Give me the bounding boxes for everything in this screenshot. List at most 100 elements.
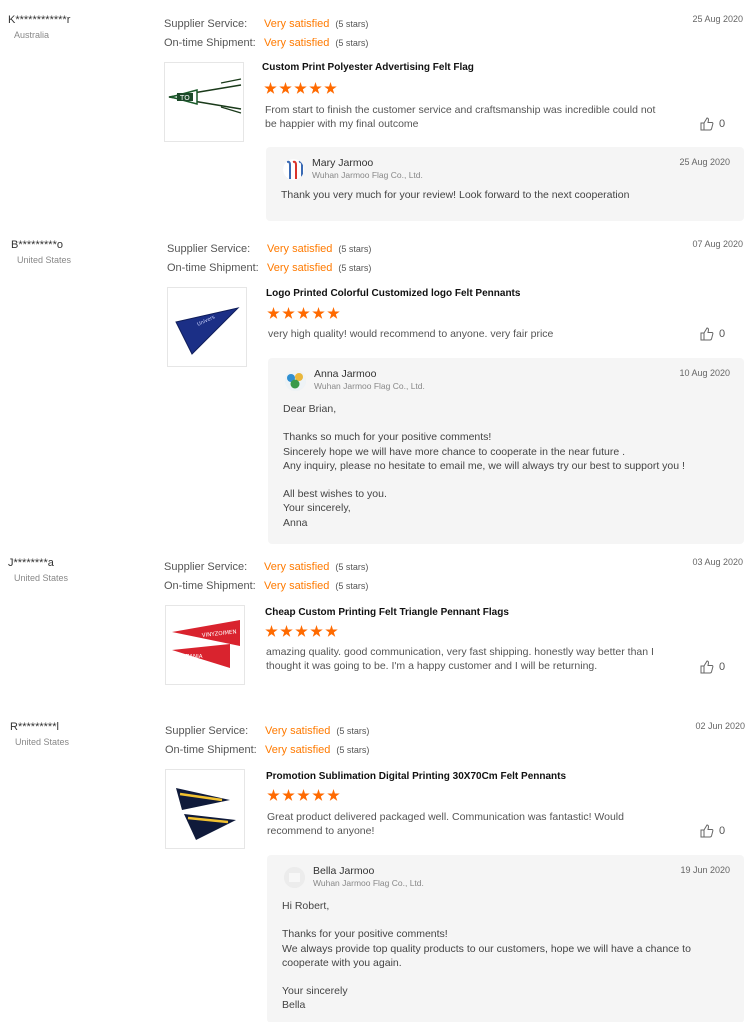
star-icon bbox=[264, 82, 277, 94]
supplier-name: Anna Jarmoo bbox=[314, 368, 377, 380]
like-button[interactable]: 0 bbox=[700, 660, 725, 674]
reply-line: Thank you very much for your review! Loo… bbox=[281, 189, 630, 201]
rating-stars-text: (5 stars) bbox=[335, 561, 369, 572]
rating-ontime-shipment: On-time Shipment: Very satisfied (5 star… bbox=[164, 576, 368, 595]
supplier-reply: Anna Jarmoo Wuhan Jarmoo Flag Co., Ltd. … bbox=[268, 358, 744, 544]
buyer-country: United States bbox=[17, 255, 72, 265]
flags-icon bbox=[284, 867, 305, 888]
flags-icon bbox=[285, 370, 306, 391]
rating-value: Very satisfied bbox=[264, 560, 330, 573]
review-comment: From start to finish the customer servic… bbox=[265, 104, 656, 130]
product-title[interactable]: Custom Print Polyester Advertising Felt … bbox=[262, 62, 474, 73]
rating-value: Very satisfied bbox=[264, 579, 330, 592]
review-comment: amazing quality. good communication, ver… bbox=[266, 646, 654, 672]
reply-line bbox=[283, 473, 730, 487]
rating-ontime-shipment: On-time Shipment: Very satisfied (5 star… bbox=[165, 740, 369, 759]
buyer-name: J********a bbox=[8, 557, 54, 569]
supplier-name: Mary Jarmoo bbox=[312, 157, 374, 169]
rating-value: Very satisfied bbox=[267, 242, 333, 255]
star-icon bbox=[295, 625, 308, 637]
reply-line: All best wishes to you. bbox=[283, 488, 387, 501]
supplier-avatar bbox=[283, 159, 304, 180]
thumbs-up-icon bbox=[700, 824, 714, 838]
like-count: 0 bbox=[719, 825, 726, 837]
ratings: Supplier Service: Very satisfied (5 star… bbox=[164, 557, 368, 595]
review-date: 25 Aug 2020 bbox=[692, 14, 743, 24]
product-image[interactable]: TO bbox=[164, 62, 244, 142]
buyer-name: R*********l bbox=[10, 721, 59, 733]
product-image[interactable] bbox=[165, 769, 245, 849]
rating-stars-text: (5 stars) bbox=[335, 18, 369, 29]
star-icon bbox=[294, 82, 307, 94]
like-count: 0 bbox=[719, 118, 726, 130]
product-title[interactable]: Cheap Custom Printing Felt Triangle Penn… bbox=[265, 607, 509, 618]
star-icon bbox=[265, 625, 278, 637]
star-icon bbox=[267, 307, 280, 319]
pennant-image: Univers bbox=[175, 307, 240, 355]
reply-line: Thanks so much for your positive comment… bbox=[283, 431, 492, 444]
reply-line bbox=[282, 913, 730, 927]
rating-value: Very satisfied bbox=[265, 743, 331, 756]
reply-line: Hi Robert, bbox=[282, 900, 330, 912]
product-title[interactable]: Logo Printed Colorful Customized logo Fe… bbox=[266, 288, 520, 299]
like-count: 0 bbox=[719, 328, 726, 340]
buyer-country: United States bbox=[15, 737, 70, 747]
reply-line: Any inquiry, please no hesitate to email… bbox=[283, 459, 685, 472]
rating-stars-text: (5 stars) bbox=[335, 580, 369, 591]
review-date: 07 Aug 2020 bbox=[692, 239, 743, 249]
supplier-company: Wuhan Jarmoo Flag Co., Ltd. bbox=[313, 878, 424, 888]
thumbs-up-icon bbox=[700, 327, 714, 341]
rating-stars-text: (5 stars) bbox=[335, 37, 369, 48]
rating-supplier-service: Supplier Service: Very satisfied (5 star… bbox=[167, 239, 371, 258]
reply-line bbox=[282, 970, 730, 984]
supplier-name: Bella Jarmoo bbox=[313, 865, 375, 877]
pennant-text: KIDZANIA bbox=[176, 654, 203, 660]
rating-label: On-time Shipment: bbox=[165, 743, 257, 756]
reply-line: Your sincerely, bbox=[283, 502, 351, 515]
buyer-name: K************r bbox=[8, 14, 71, 26]
rating-label: On-time Shipment: bbox=[164, 36, 256, 49]
rating-supplier-service: Supplier Service: Very satisfied (5 star… bbox=[164, 14, 368, 33]
star-icon bbox=[280, 625, 293, 637]
product-rating-stars bbox=[267, 789, 340, 802]
star-icon bbox=[282, 789, 295, 801]
rating-stars-text: (5 stars) bbox=[338, 243, 372, 254]
like-button[interactable]: 0 bbox=[700, 117, 725, 131]
reply-date: 25 Aug 2020 bbox=[679, 157, 730, 167]
buyer-country: Australia bbox=[14, 30, 50, 40]
supplier-reply: Mary Jarmoo Wuhan Jarmoo Flag Co., Ltd. … bbox=[266, 147, 744, 221]
reply-line: Dear Brian, bbox=[283, 403, 337, 415]
rating-ontime-shipment: On-time Shipment: Very satisfied (5 star… bbox=[167, 258, 371, 277]
pennant-image: VINYZOIMEN KIDZANIA bbox=[172, 620, 240, 668]
star-icon bbox=[324, 82, 337, 94]
rating-value: Very satisfied bbox=[265, 724, 331, 737]
reply-line: Sincerely hope we will have more chance … bbox=[283, 445, 626, 458]
supplier-avatar bbox=[284, 867, 305, 888]
pennant-image: TO bbox=[168, 78, 242, 114]
star-icon bbox=[312, 307, 325, 319]
product-image[interactable]: VINYZOIMEN KIDZANIA bbox=[165, 605, 245, 685]
thumbs-up-icon bbox=[700, 117, 714, 131]
rating-stars-text: (5 stars) bbox=[336, 744, 370, 755]
reply-line bbox=[283, 416, 730, 430]
star-icon bbox=[297, 789, 310, 801]
rating-supplier-service: Supplier Service: Very satisfied (5 star… bbox=[165, 721, 369, 740]
product-image[interactable]: Univers bbox=[167, 287, 247, 367]
flags-icon bbox=[283, 159, 304, 180]
star-icon bbox=[325, 625, 338, 637]
product-title[interactable]: Promotion Sublimation Digital Printing 3… bbox=[266, 771, 566, 782]
star-icon bbox=[279, 82, 292, 94]
review-date: 02 Jun 2020 bbox=[695, 721, 745, 731]
review-comment: Great product delivered packaged well. C… bbox=[267, 811, 624, 837]
rating-ontime-shipment: On-time Shipment: Very satisfied (5 star… bbox=[164, 33, 368, 52]
like-count: 0 bbox=[719, 661, 726, 673]
like-button[interactable]: 0 bbox=[700, 327, 725, 341]
star-icon bbox=[312, 789, 325, 801]
reply-line: We always provide top quality products t… bbox=[282, 942, 691, 969]
reply-line: Anna bbox=[283, 516, 308, 529]
star-icon bbox=[310, 625, 323, 637]
rating-label: On-time Shipment: bbox=[164, 579, 256, 592]
star-icon bbox=[309, 82, 322, 94]
reply-text: Thank you very much for your review! Loo… bbox=[281, 188, 730, 202]
like-button[interactable]: 0 bbox=[700, 824, 725, 838]
